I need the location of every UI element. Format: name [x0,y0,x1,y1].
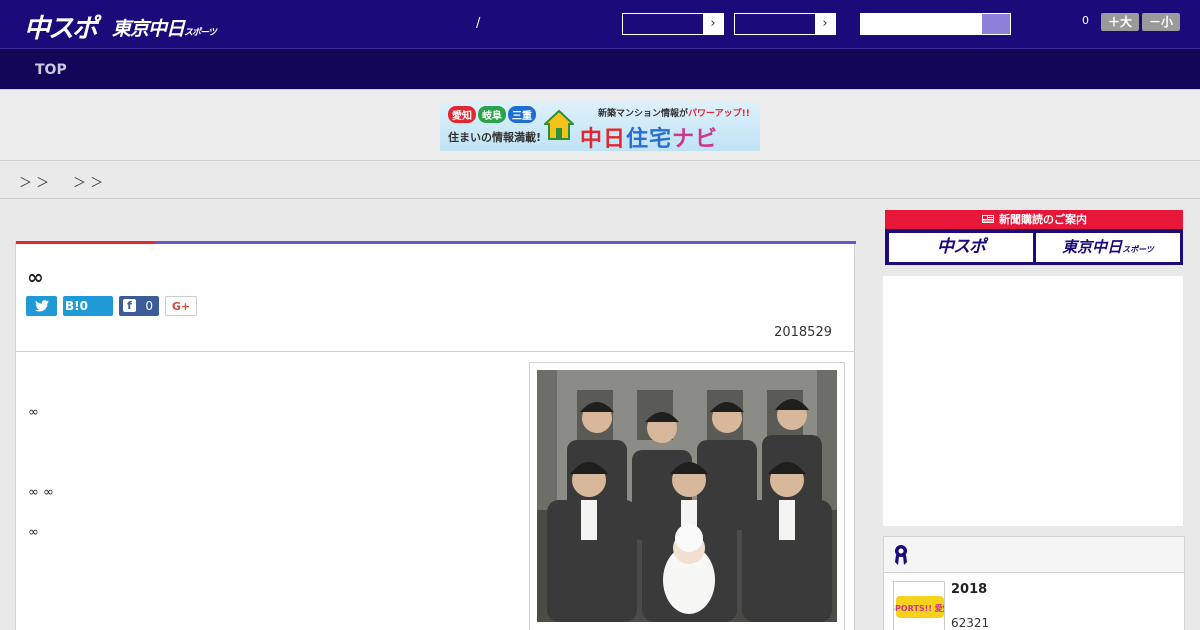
article-date: 2018529 [774,325,832,340]
ranking-item-title: 2018 [951,582,988,597]
nav-item-top[interactable]: TOP [35,62,67,78]
sports-thumb-image: SPORTS!! 愛知 [894,582,945,630]
breadcrumb: ＞ ＞ ＞ ＞ [0,161,1200,199]
banner-pill-mie: 三重 [508,106,536,123]
banner-promo: 新築マンション情報がパワーアップ!! [598,106,750,119]
subscription-heading: 新聞購読のご案内 [885,210,1183,229]
chevron-right-icon: › [815,14,835,34]
article-card: ∞ B!0 f 0 G+ 2018529 ∞ ∞ ∞ ∞ [15,241,856,630]
tokyo-logo-text: 東京中日 [112,18,185,40]
header-count: 0 [1082,14,1089,27]
ribbon-icon [895,545,907,565]
main-nav: TOP [0,48,1200,89]
ranking-header [884,537,1184,573]
subscribe-tokyo-small: スポーツ [1122,245,1154,254]
facebook-count: 0 [145,299,153,313]
font-bigger-button[interactable]: ＋大 [1101,13,1139,31]
header-separator: / [476,16,481,31]
twitter-share-button[interactable] [26,296,57,316]
article-divider [16,351,854,352]
sidebar-ad-slot[interactable] [883,276,1183,526]
twitter-icon [34,300,49,312]
search-button[interactable] [982,14,1010,34]
facebook-share-button[interactable]: f 0 [119,296,159,316]
banner-brand: 中日住宅ナビ [580,121,718,151]
category-dropdown-2[interactable]: › [734,13,836,35]
breadcrumb-separator: ＞ ＞ [19,176,50,191]
google-plus-share-button[interactable]: G+ [165,296,197,316]
newspaper-icon [981,214,995,224]
banner-pill-aichi: 愛知 [448,106,476,123]
subscribe-tokyo-text: 東京中日 [1062,238,1123,256]
search-input[interactable] [860,13,1011,35]
ranking-item-meta: 62321 [951,616,990,630]
group-photo-image [537,370,837,622]
article-paragraph: ∞ [28,525,39,540]
tokyo-logo-small: スポーツ [184,28,217,38]
article-photo-frame [529,362,845,630]
subscribe-tokyo-button[interactable]: 東京中日スポーツ [1036,233,1180,262]
accent-bar-purple [155,241,856,244]
banner-brand-a: 中日 [580,127,627,151]
subscribe-chuspo-button[interactable]: 中スポ [889,233,1033,262]
article-title: ∞ [27,265,44,289]
tokyo-chunichi-logo[interactable]: 東京中日スポーツ [112,14,217,41]
font-smaller-button[interactable]: －小 [1142,13,1180,31]
thumb-label: SPORTS!! 愛知 [894,603,945,613]
article-photo[interactable] [537,370,837,622]
banner-brand-c: ナビ [672,127,719,151]
breadcrumb-separator: ＞ ＞ [73,176,104,191]
ranking-thumbnail: SPORTS!! 愛知 [893,581,945,630]
banner-promo-prefix: 新築マンション情報が [598,109,689,119]
banner-pills: 愛知 岐阜 三重 [448,106,538,123]
top-header: 中スポ 東京中日スポーツ / › › 0 ＋大 －小 [0,0,1200,48]
banner-promo-highlight: パワーアップ!! [688,109,750,119]
banner-pill-gifu: 岐阜 [478,106,506,123]
subscription-heading-text: 新聞購読のご案内 [999,213,1087,226]
category-dropdown-1[interactable]: › [622,13,724,35]
ranking-widget: SPORTS!! 愛知 2018 62321 [883,536,1185,630]
article-paragraph: ∞ ∞ [28,485,54,500]
chevron-right-icon: › [703,14,723,34]
banner-brand-b: 住宅 [626,127,673,151]
chuspo-logo[interactable]: 中スポ [24,8,98,45]
subscription-box: 新聞購読のご案内 中スポ 東京中日スポーツ [885,210,1183,265]
house-icon [544,109,574,140]
accent-bar-red [16,241,155,244]
banner-band: 愛知 岐阜 三重 住まいの情報満載! 新築マンション情報がパワーアップ!! 中日住宅… [0,89,1200,161]
banner-tagline: 住まいの情報満載! [448,131,542,144]
hatena-bookmark-button[interactable]: B!0 [63,296,113,316]
housing-navi-banner[interactable]: 愛知 岐阜 三重 住まいの情報満載! 新築マンション情報がパワーアップ!! 中日住宅… [440,101,760,151]
article-paragraph: ∞ [28,405,39,420]
facebook-icon: f [123,299,136,312]
ranking-item[interactable]: SPORTS!! 愛知 2018 62321 [884,573,1184,630]
